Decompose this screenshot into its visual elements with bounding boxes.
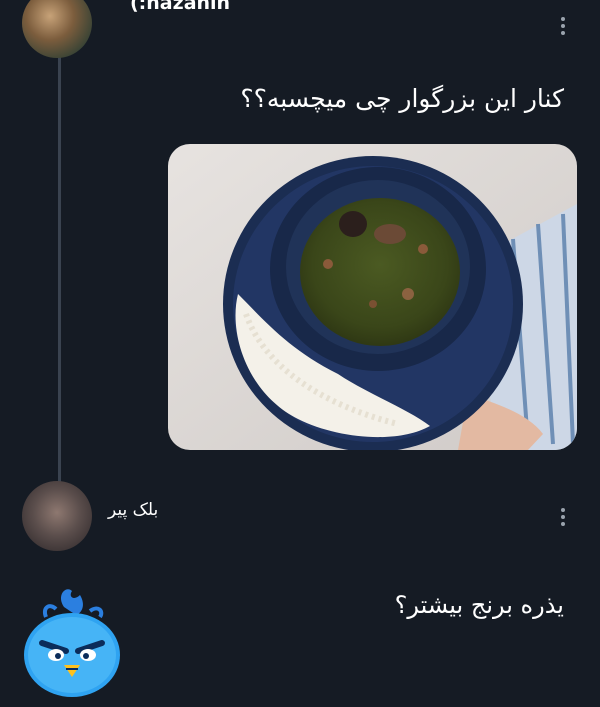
thread-line	[58, 55, 61, 485]
food-photo-illustration	[168, 144, 577, 450]
angry-blue-bird-icon[interactable]	[20, 585, 128, 700]
more-vertical-icon[interactable]	[561, 17, 565, 35]
more-vertical-icon[interactable]	[561, 508, 565, 526]
avatar-first[interactable]	[22, 0, 92, 58]
avatar-second[interactable]	[22, 481, 92, 551]
tweet-text-third: یذره برنج بیشتر؟	[394, 591, 564, 619]
tweet-photo[interactable]	[168, 144, 577, 450]
username[interactable]: (:nazanin	[130, 0, 230, 14]
tweet-text-first: کنار این بزرگوار چی میچسبه؟؟	[240, 84, 564, 113]
display-name-second[interactable]: بلک پیر	[108, 500, 158, 520]
